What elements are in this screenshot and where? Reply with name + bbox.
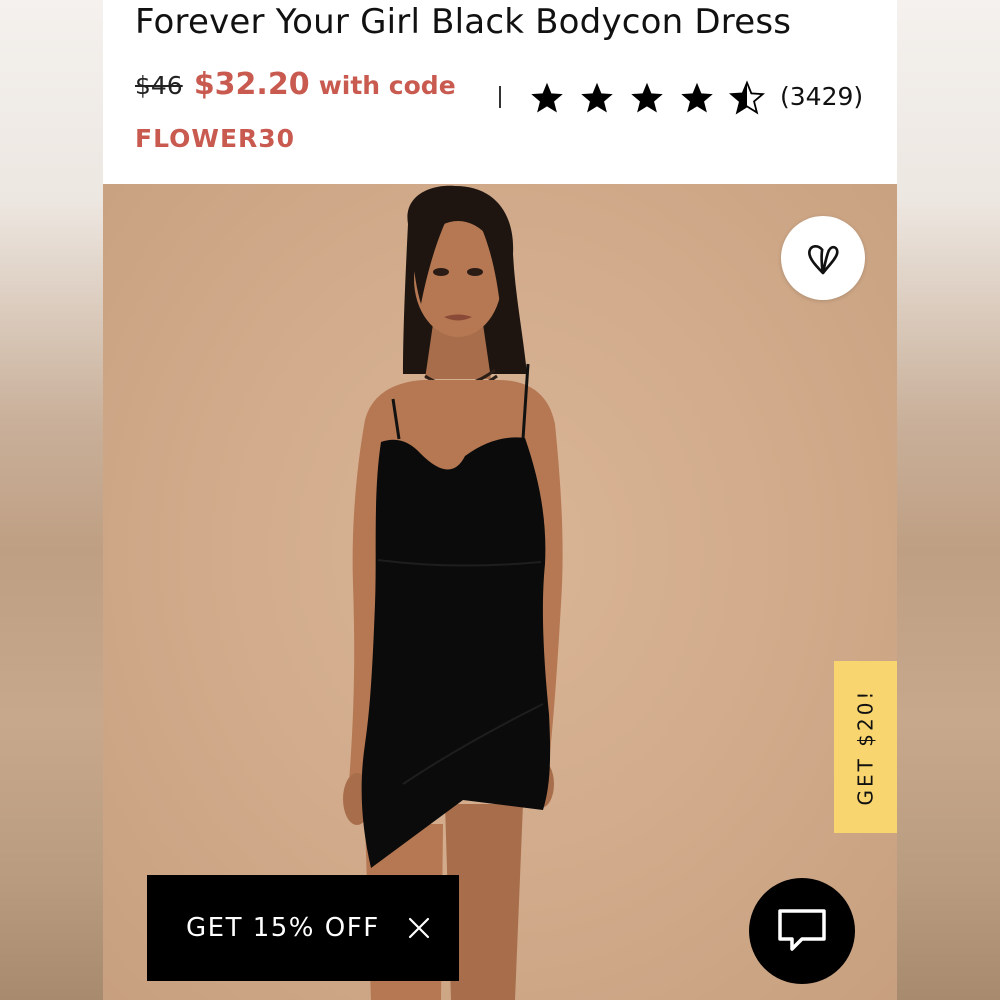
star-icon — [531, 82, 563, 113]
sale-price: $32.20 — [193, 67, 310, 102]
star-icon — [681, 82, 713, 113]
product-page: Forever Your Girl Black Bodycon Dress $4… — [103, 0, 897, 1000]
original-price: $46 — [135, 71, 183, 100]
chat-button[interactable] — [749, 878, 855, 984]
product-image[interactable]: GET $20! GET 15% OFF — [103, 184, 897, 1000]
review-count[interactable]: (3429) — [780, 82, 863, 111]
half-star-icon — [729, 80, 765, 115]
star-icon — [631, 82, 663, 113]
promo-bar[interactable]: GET 15% OFF — [147, 875, 459, 981]
rating-stars[interactable] — [529, 76, 765, 120]
price-block: $46 $32.20 with code FLOWER30 — [135, 60, 475, 164]
close-icon[interactable] — [406, 915, 432, 941]
favorite-button[interactable] — [781, 216, 865, 300]
heart-icon — [808, 245, 839, 275]
chat-bubble-icon — [778, 909, 826, 951]
get-20-label: GET $20! — [853, 688, 878, 806]
promo-code: FLOWER30 — [135, 124, 296, 153]
divider — [499, 86, 501, 108]
star-icon — [581, 82, 613, 113]
product-title: Forever Your Girl Black Bodycon Dress — [135, 2, 792, 42]
get-20-side-tab[interactable]: GET $20! — [834, 661, 897, 833]
with-code-label: with code — [318, 71, 456, 100]
product-header: Forever Your Girl Black Bodycon Dress $4… — [103, 0, 897, 184]
promo-label: GET 15% OFF — [186, 913, 380, 943]
